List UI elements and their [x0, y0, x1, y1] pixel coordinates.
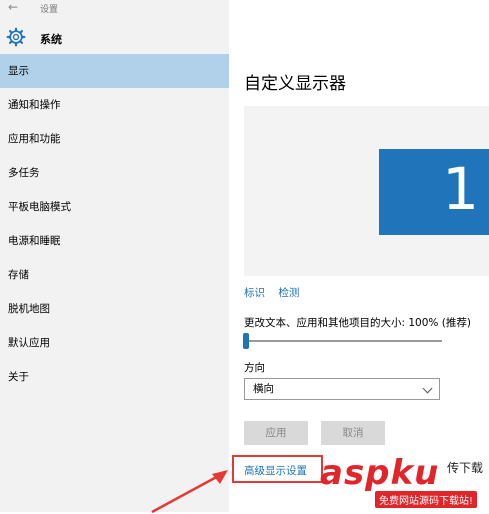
sidebar-item-power-sleep[interactable]: 电源和睡眠 — [0, 224, 229, 258]
sidebar-item-multitasking[interactable]: 多任务 — [0, 156, 229, 190]
apply-button[interactable]: 应用 — [244, 421, 308, 445]
window-title: 设置 — [40, 5, 59, 15]
sidebar-item-about[interactable]: 关于 — [0, 360, 229, 394]
advanced-display-settings-link[interactable]: 高级显示设置 — [244, 463, 307, 478]
cancel-button[interactable]: 取消 — [321, 421, 385, 445]
section-title: 系统 — [40, 33, 62, 46]
watermark-right-text: 传下载 — [446, 461, 483, 475]
title-bar: ← 设置 — [0, 0, 229, 18]
watermark: aspku 传下载 免费网站源码下载站! — [310, 453, 489, 512]
sidebar-item-display[interactable]: 显示 — [0, 54, 229, 88]
sidebar-item-offline-maps[interactable]: 脱机地图 — [0, 292, 229, 326]
identify-link[interactable]: 标识 — [244, 287, 265, 299]
page-title: 自定义显示器 — [244, 74, 346, 94]
scale-slider-thumb[interactable] — [243, 333, 249, 349]
main-content: 自定义显示器 1 标识 检测 更改文本、应用和其他项目的大小: 100% (推荐… — [229, 0, 489, 512]
chevron-down-icon — [422, 383, 433, 394]
monitor-number: 1 — [442, 155, 479, 223]
sidebar: ← 设置 系统 显示 通知和操作 应用和功能 多任务 平板电脑模式 电源和睡眠 … — [0, 0, 229, 512]
gear-icon — [6, 27, 26, 47]
sidebar-item-default-apps[interactable]: 默认应用 — [0, 326, 229, 360]
annotation-arrow-icon — [151, 470, 228, 514]
watermark-logo: aspku — [320, 453, 440, 493]
watermark-tagline: 免费网站源码下载站! — [375, 491, 478, 508]
orientation-label: 方向 — [244, 362, 265, 374]
sidebar-nav: 显示 通知和操作 应用和功能 多任务 平板电脑模式 电源和睡眠 存储 脱机地图 … — [0, 54, 229, 394]
sidebar-item-apps[interactable]: 应用和功能 — [0, 122, 229, 156]
preview-links: 标识 检测 — [244, 285, 309, 300]
sidebar-item-storage[interactable]: 存储 — [0, 258, 229, 292]
orientation-select[interactable]: 横向 — [244, 378, 440, 400]
detect-link[interactable]: 检测 — [278, 287, 299, 299]
orientation-value: 横向 — [253, 383, 274, 395]
page-header: 系统 — [0, 24, 229, 54]
monitor-tile[interactable]: 1 — [379, 149, 489, 235]
back-arrow-icon[interactable]: ← — [8, 0, 18, 14]
scale-label: 更改文本、应用和其他项目的大小: 100% (推荐) — [244, 317, 471, 329]
display-preview: 1 — [244, 106, 489, 276]
scale-slider-track[interactable] — [244, 340, 442, 342]
sidebar-item-notifications[interactable]: 通知和操作 — [0, 88, 229, 122]
sidebar-item-tablet-mode[interactable]: 平板电脑模式 — [0, 190, 229, 224]
